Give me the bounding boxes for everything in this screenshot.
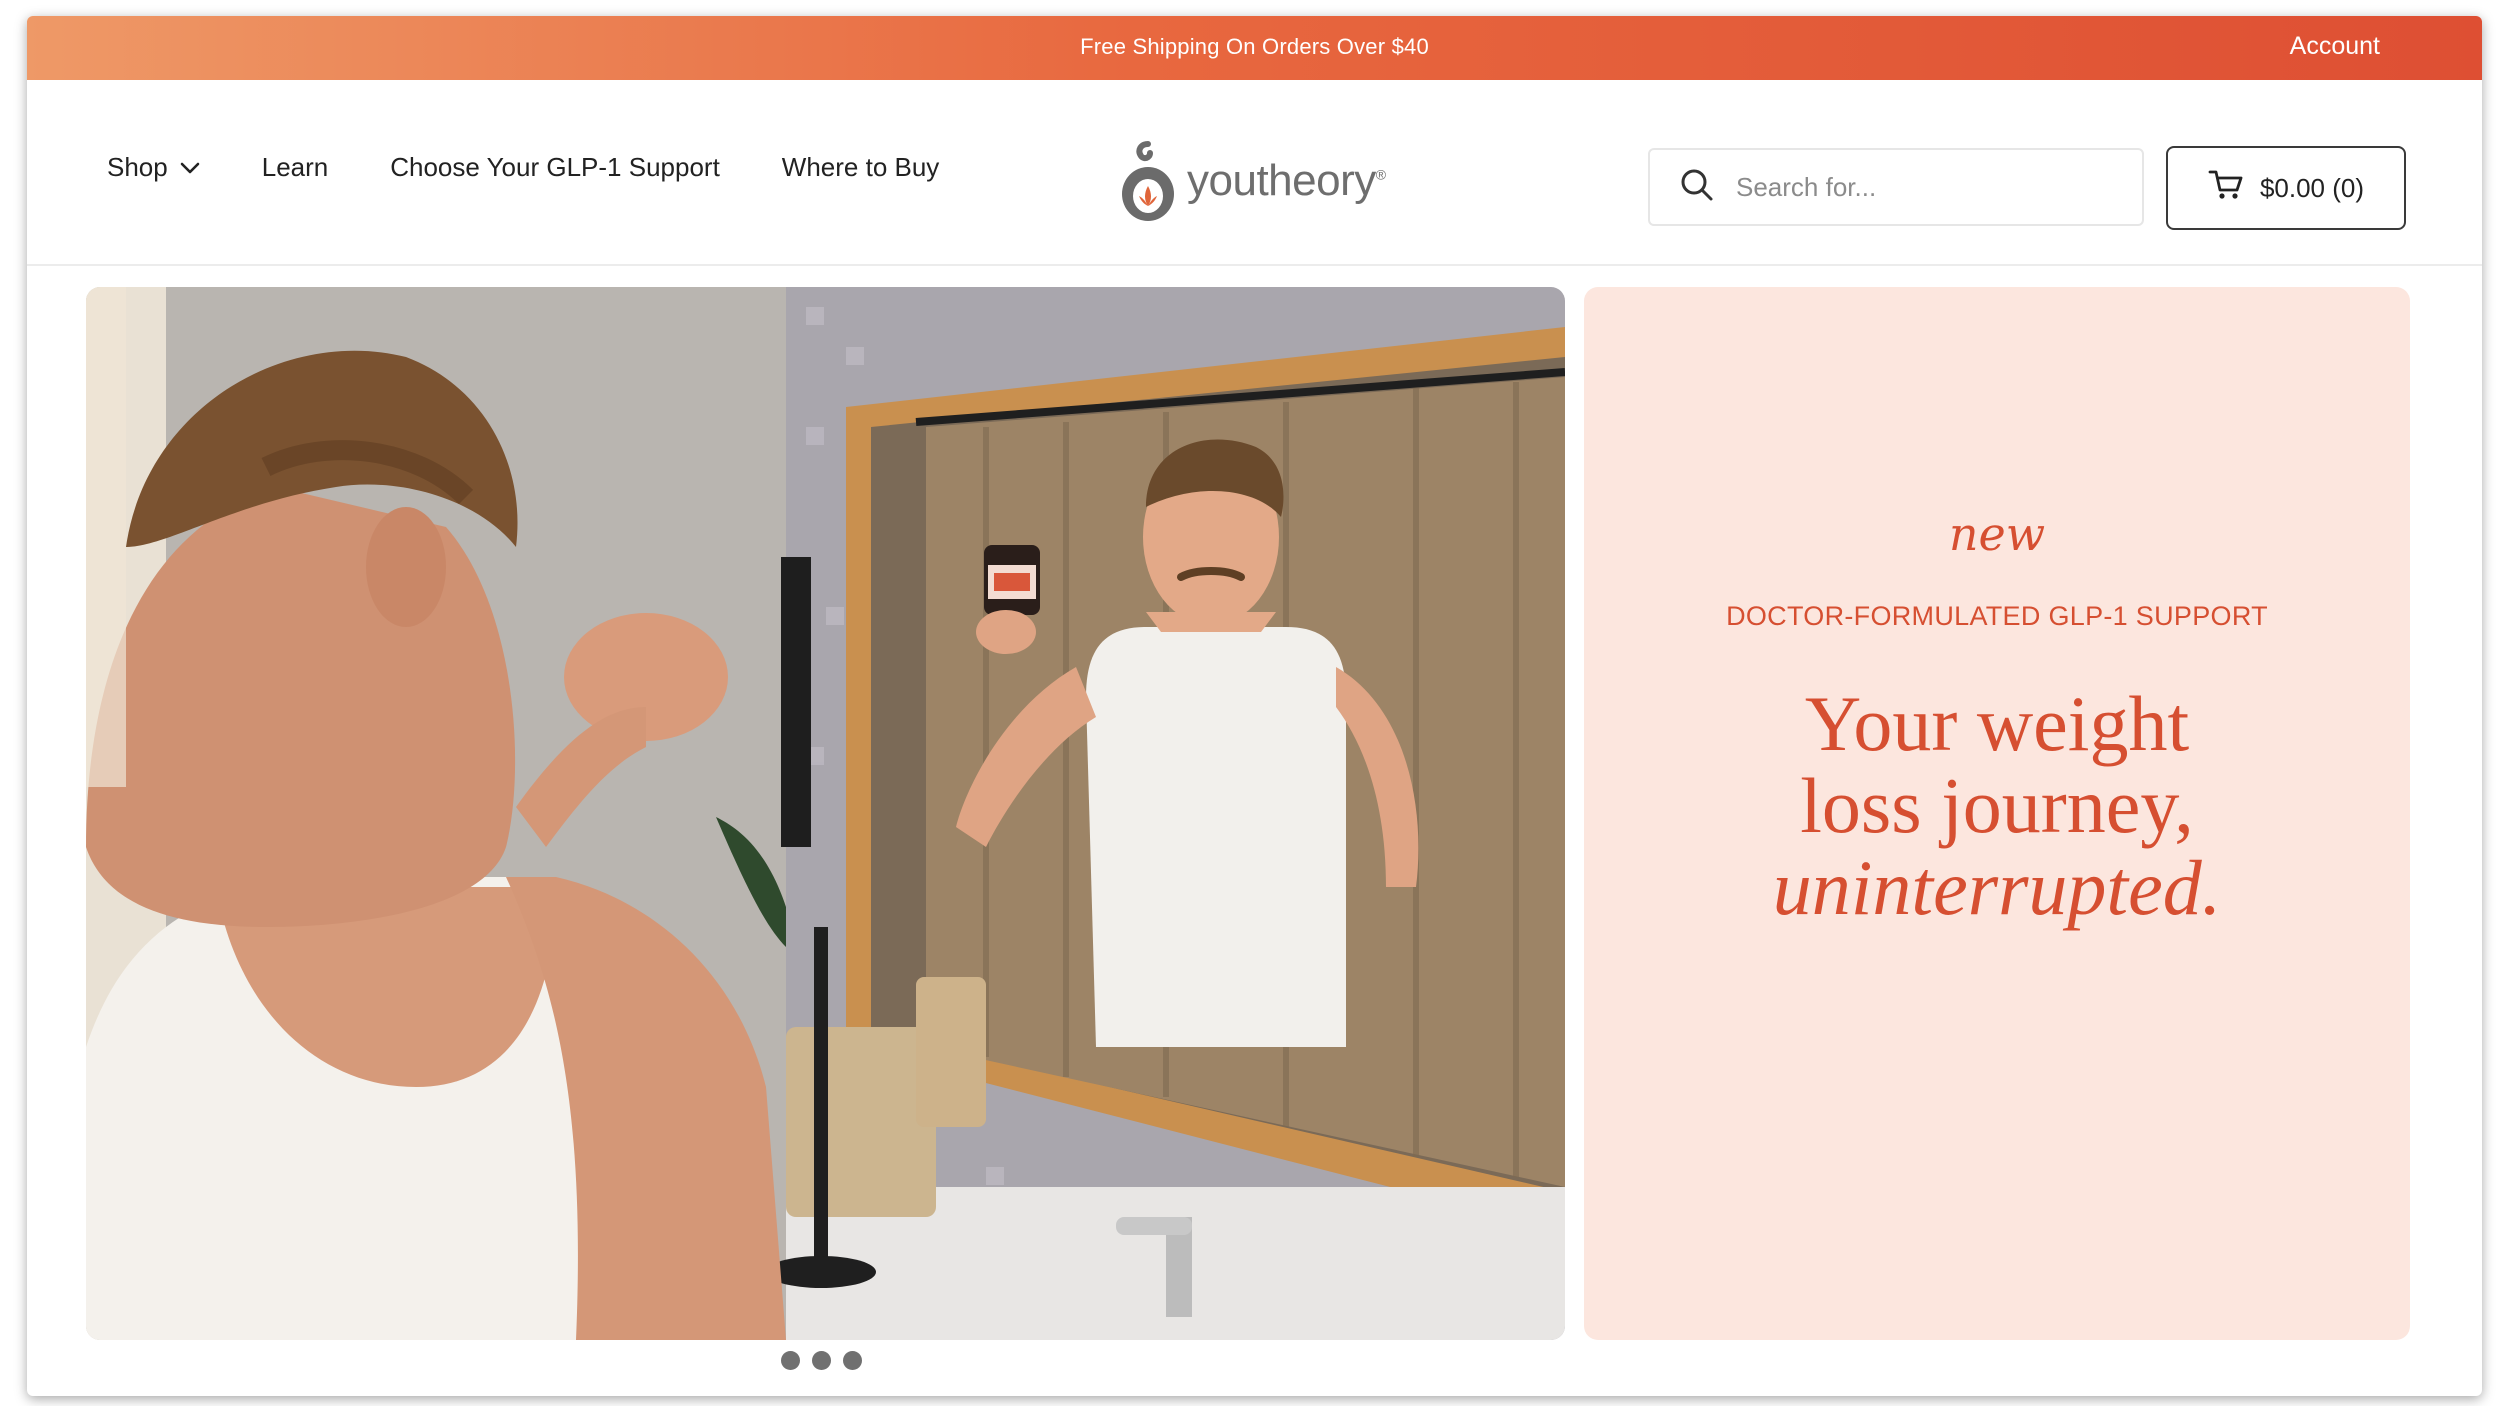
search-icon <box>1680 168 1714 207</box>
account-link[interactable]: Account <box>2290 32 2380 61</box>
carousel-pagination <box>781 1351 862 1370</box>
nav-item-shop-label: Shop <box>107 152 168 182</box>
browser-window: Free Shipping On Orders Over $40 Account… <box>27 16 2482 1396</box>
main-nav: Shop Learn Choose Your GLP-1 Support Whe… <box>107 152 1001 183</box>
logo-mark-icon <box>1117 140 1179 229</box>
logo-wordmark-text: youtheory <box>1187 155 1376 205</box>
hero-text-panel: new DOCTOR-FORMULATED GLP-1 SUPPORT Your… <box>1584 287 2410 1340</box>
search-input[interactable] <box>1734 170 2118 204</box>
registered-mark: ® <box>1375 165 1386 182</box>
site-header: Shop Learn Choose Your GLP-1 Support Whe… <box>27 80 2482 266</box>
free-shipping-promo: Free Shipping On Orders Over $40 <box>1080 34 1429 59</box>
announcement-bar: Free Shipping On Orders Over $40 Account <box>27 16 2482 80</box>
logo-wordmark: youtheory® <box>1187 156 1386 206</box>
hero-eyebrow: new <box>1948 507 2046 561</box>
carousel-dot-3[interactable] <box>843 1351 862 1370</box>
nav-item-where-to-buy[interactable]: Where to Buy <box>782 152 940 183</box>
nav-item-learn[interactable]: Learn <box>262 152 329 183</box>
nav-item-shop[interactable]: Shop <box>107 152 200 183</box>
cart-button[interactable]: $0.00 (0) <box>2166 146 2406 230</box>
headline-line-2: loss journey, <box>1800 762 2194 849</box>
chevron-down-icon <box>180 161 200 175</box>
cart-total: $0.00 (0) <box>2259 172 2365 203</box>
carousel-dot-1[interactable] <box>781 1351 800 1370</box>
headline-line-1: Your weight <box>1804 680 2190 767</box>
nav-item-glp1-support[interactable]: Choose Your GLP-1 Support <box>390 152 720 183</box>
carousel-dot-2[interactable] <box>812 1351 831 1370</box>
headline-line-3: uninterrupted. <box>1772 844 2222 931</box>
hero-kicker: DOCTOR-FORMULATED GLP-1 SUPPORT <box>1726 601 2268 631</box>
search-bar[interactable] <box>1648 148 2144 226</box>
hero-headline: Your weight loss journey, uninterrupted. <box>1584 683 2410 929</box>
hero-image <box>86 287 1565 1340</box>
cart-icon <box>2208 169 2244 208</box>
youtheory-logo[interactable]: youtheory® <box>1117 140 1386 229</box>
